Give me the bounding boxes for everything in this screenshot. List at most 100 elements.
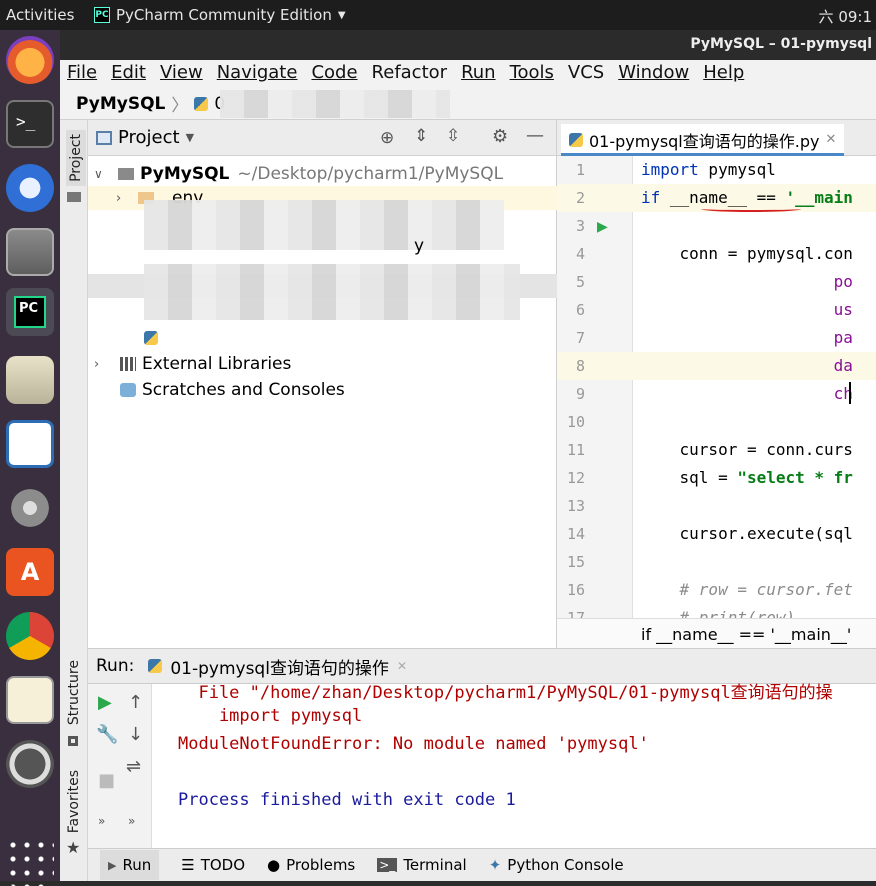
project-panel: Project ▼ ⊕ ⇕ ⇳ ⚙ — ∨ PyMySQL ~/Desktop/… xyxy=(88,120,557,648)
run-tab[interactable]: 01-pymysql查询语句的操作 ✕ xyxy=(148,654,407,679)
bottom-tab-todo[interactable]: ☰ TODO xyxy=(181,856,245,874)
left-tool-strip: Project Structure Favorites ★ xyxy=(60,120,88,881)
code-line[interactable]: 8 da xyxy=(557,352,876,380)
chevron-down-icon[interactable]: ▼ xyxy=(186,131,194,144)
line-number: 7 xyxy=(575,329,585,347)
minimize-icon[interactable]: — xyxy=(526,125,544,146)
bottom-tab-terminal[interactable]: >_ Terminal xyxy=(377,856,467,874)
menu-run[interactable]: Run xyxy=(461,62,496,88)
chevron-right-icon[interactable]: › xyxy=(94,357,116,372)
line-number: 14 xyxy=(566,525,585,543)
code-line[interactable]: 7 pa xyxy=(557,324,876,352)
menu-tools[interactable]: Tools xyxy=(510,62,554,88)
rerun-icon[interactable]: ▶ xyxy=(98,692,112,713)
tree-item-scratches[interactable]: Scratches and Consoles xyxy=(88,378,557,402)
close-icon[interactable]: ✕ xyxy=(397,659,407,673)
code-text: cursor.execute(sql xyxy=(641,524,853,543)
menu-view[interactable]: View xyxy=(160,62,203,88)
arrow-up-icon[interactable]: ↑ xyxy=(128,692,143,713)
line-number: 4 xyxy=(575,245,585,263)
locate-icon[interactable]: ⊕ xyxy=(380,128,394,148)
bottom-tab-python-console[interactable]: ✦ Python Console xyxy=(489,856,624,874)
code-line[interactable]: 10 xyxy=(557,408,876,436)
files-icon[interactable] xyxy=(6,228,54,276)
bottom-tab-label: Python Console xyxy=(507,856,624,874)
project-tool-tab[interactable]: Project xyxy=(66,130,86,186)
line-number: 10 xyxy=(566,413,585,431)
clock[interactable]: 六 09:1 xyxy=(819,6,872,27)
terminal-icon: >_ xyxy=(377,858,398,872)
code-line[interactable]: 5 po xyxy=(557,268,876,296)
code-line[interactable]: 16 # row = cursor.fet xyxy=(557,576,876,604)
folder-icon xyxy=(118,168,134,180)
python-file-icon xyxy=(144,331,158,345)
editor-tab-active[interactable]: 01-pymysql查询语句的操作.py ✕ xyxy=(561,124,845,156)
arrow-down-icon[interactable]: ↓ xyxy=(128,724,143,745)
favorites-tool-tab[interactable]: Favorites xyxy=(66,770,82,833)
app-grid-icon[interactable] xyxy=(6,838,54,886)
menu-navigate[interactable]: Navigate xyxy=(217,62,298,88)
tree-item-external-libraries[interactable]: › External Libraries xyxy=(88,352,557,376)
updater-icon[interactable] xyxy=(6,740,54,788)
menu-window[interactable]: Window xyxy=(618,62,689,88)
menu-edit[interactable]: Edit xyxy=(111,62,146,88)
text-editor-icon[interactable] xyxy=(6,676,54,724)
software-center-icon[interactable]: A xyxy=(6,548,54,596)
menu-code[interactable]: Code xyxy=(311,62,357,88)
code-line[interactable]: 13 xyxy=(557,492,876,520)
editor-breadcrumb[interactable]: if __name__ == '__main__' xyxy=(557,618,876,648)
code-line[interactable]: 11 cursor = conn.curs xyxy=(557,436,876,464)
thunderbird-icon[interactable] xyxy=(6,164,54,212)
structure-tool-tab[interactable]: Structure xyxy=(66,660,82,725)
expand-all-icon[interactable]: ⇕ xyxy=(414,126,428,146)
code-text: ch xyxy=(641,384,853,403)
soft-wrap-icon[interactable]: ⇌ xyxy=(126,756,141,777)
terminal-icon[interactable]: >_ xyxy=(6,100,54,148)
breadcrumb-project[interactable]: PyMySQL xyxy=(76,94,165,114)
tree-item-python-file[interactable] xyxy=(88,326,557,350)
menu-vcs[interactable]: VCS xyxy=(568,62,604,88)
chevron-right-icon[interactable]: › xyxy=(116,191,136,206)
more-icon[interactable]: » xyxy=(98,814,105,828)
wrench-icon[interactable]: 🔧 xyxy=(96,724,118,745)
app-menu[interactable]: PC PyCharm Community Edition ▼ xyxy=(94,6,346,24)
system-topbar: Activities PC PyCharm Community Edition … xyxy=(0,0,876,30)
collapse-all-icon[interactable]: ⇳ xyxy=(446,126,460,146)
code-text: # row = cursor.fet xyxy=(641,580,853,599)
bottom-tab-run[interactable]: ▶ Run xyxy=(100,850,160,880)
tree-item-label: y xyxy=(414,236,425,256)
run-gutter-icon[interactable]: ▶ xyxy=(597,219,608,235)
line-number: 5 xyxy=(575,273,585,291)
code-line[interactable]: 12 sql = "select * fr xyxy=(557,464,876,492)
speaker-icon[interactable] xyxy=(6,356,54,404)
bottom-tab-label: TODO xyxy=(200,856,246,874)
stop-icon[interactable]: ■ xyxy=(98,770,115,791)
writer-icon[interactable] xyxy=(6,420,54,468)
code-line[interactable]: 4 conn = pymysql.con xyxy=(557,240,876,268)
code-line[interactable]: 15 xyxy=(557,548,876,576)
more-icon[interactable]: » xyxy=(128,814,135,828)
code-line[interactable]: 6 us xyxy=(557,296,876,324)
menu-refactor[interactable]: Refactor xyxy=(372,62,448,88)
code-line[interactable]: 14 cursor.execute(sql xyxy=(557,520,876,548)
chrome-icon[interactable] xyxy=(6,612,54,660)
star-icon: ★ xyxy=(66,838,81,857)
tree-item-file[interactable]: y xyxy=(88,234,557,258)
chevron-down-icon[interactable]: ∨ xyxy=(94,167,114,181)
code-line[interactable]: 9 ch xyxy=(557,380,876,408)
close-icon[interactable]: ✕ xyxy=(825,132,836,147)
activities-button[interactable]: Activities xyxy=(6,6,74,24)
settings-icon[interactable] xyxy=(6,484,54,532)
bottom-tab-problems[interactable]: ● Problems xyxy=(267,856,355,874)
code-line[interactable]: 1 import pymysql xyxy=(557,156,876,184)
bottom-tab-label: Run xyxy=(122,856,152,874)
gear-icon[interactable]: ⚙ xyxy=(492,126,508,147)
tree-root[interactable]: ∨ PyMySQL ~/Desktop/pycharm1/PyMySQL xyxy=(88,162,557,186)
pycharm-dock-icon[interactable]: PC xyxy=(6,288,54,336)
python-file-icon xyxy=(194,96,209,111)
menu-help[interactable]: Help xyxy=(703,62,744,88)
menu-file[interactable]: File xyxy=(67,62,97,88)
project-panel-title[interactable]: Project xyxy=(118,127,180,148)
code-text: us xyxy=(641,300,853,319)
firefox-icon[interactable] xyxy=(6,36,54,84)
